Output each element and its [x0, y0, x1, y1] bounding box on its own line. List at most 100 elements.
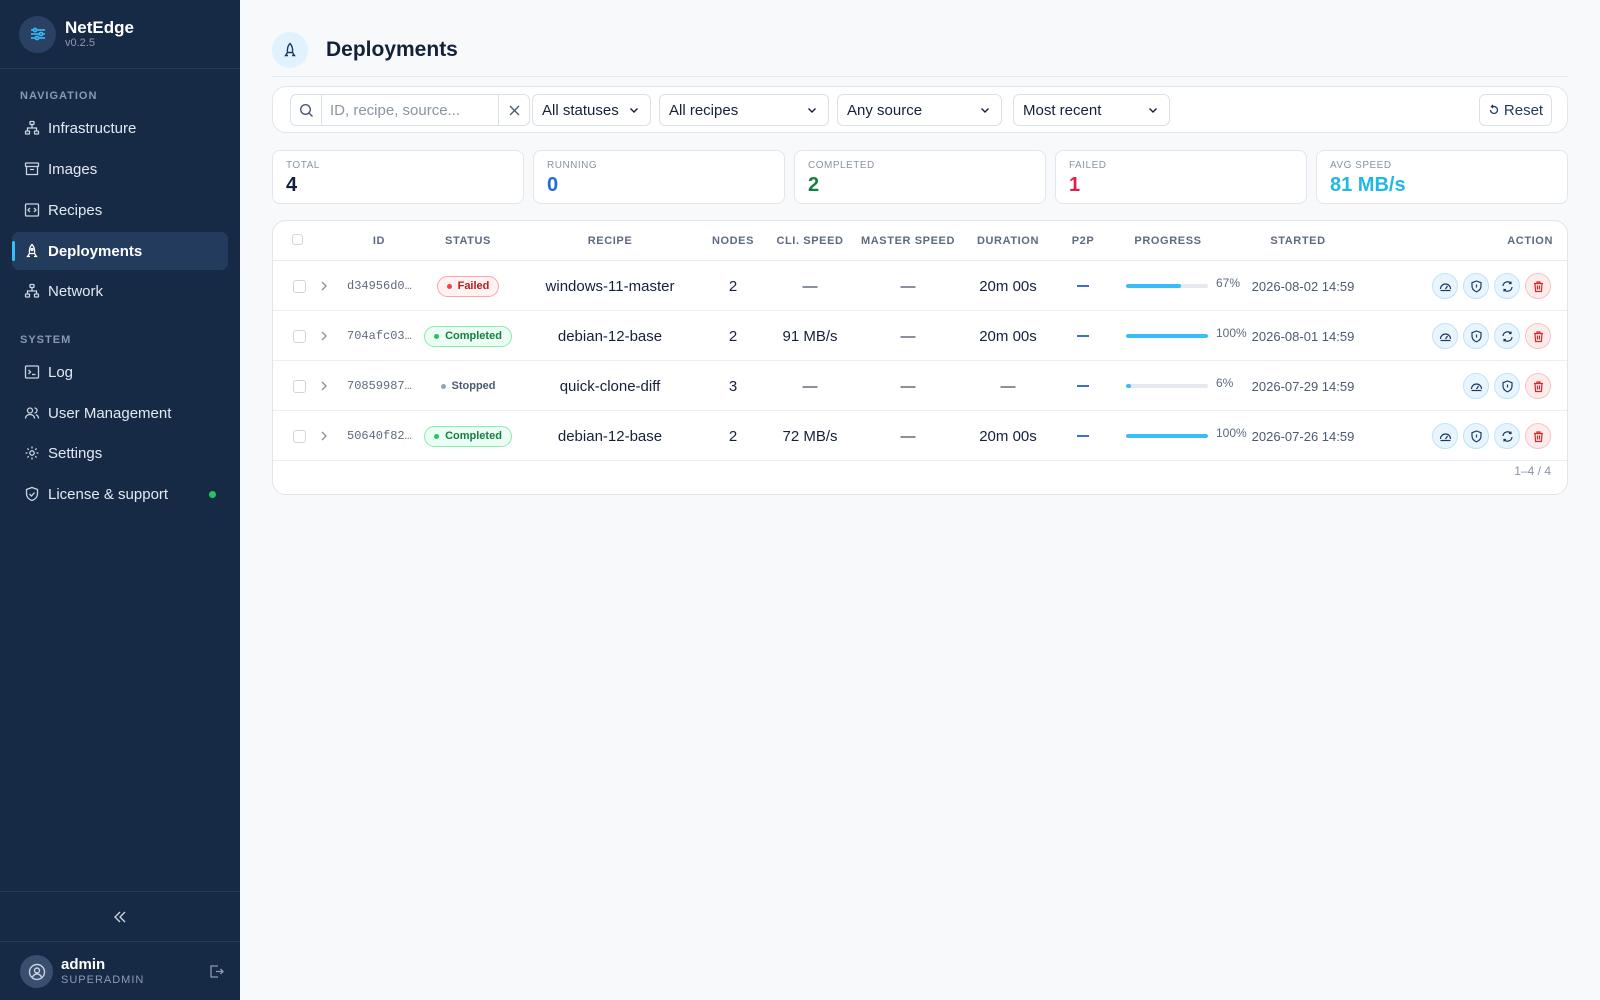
stat-failed: FAILED 1 [1055, 150, 1307, 204]
sort-select[interactable]: Most recent [1013, 94, 1170, 126]
refresh-icon [1501, 330, 1514, 343]
archive-icon [24, 162, 40, 176]
expand-row-button[interactable] [317, 311, 331, 361]
sidebar-item-log[interactable]: Log [12, 353, 228, 391]
sidebar-item-deployments[interactable]: Deployments [12, 232, 228, 270]
row-checkbox[interactable] [292, 311, 306, 361]
row-cli-speed: 91 MB/s [782, 327, 838, 345]
gear-icon [25, 446, 39, 460]
stat-total: TOTAL 4 [272, 150, 524, 204]
col-cli-speed[interactable]: CLI. SPEED [767, 235, 853, 247]
row-action-trash-button[interactable] [1525, 323, 1551, 349]
row-action-shield-button[interactable] [1494, 373, 1520, 399]
row-recipe: quick-clone-diff [559, 377, 661, 395]
select-all-checkbox[interactable] [292, 234, 303, 245]
sidebar-item-label: Images [48, 160, 98, 178]
col-status[interactable]: STATUS [423, 235, 513, 247]
reset-button[interactable]: Reset [1479, 94, 1552, 126]
status-badge-label: Completed [445, 330, 502, 342]
user-name: admin [61, 956, 106, 973]
row-progress: 100% [1126, 311, 1256, 361]
sidebar-item-label: User Management [48, 404, 172, 422]
col-master-speed[interactable]: MASTER SPEED [853, 235, 963, 247]
row-action-shield-button[interactable] [1463, 423, 1489, 449]
row-master-speed: — [900, 277, 916, 295]
sidebar-item-settings[interactable]: Settings [12, 434, 228, 472]
row-action-refresh-button[interactable] [1494, 273, 1520, 299]
sidebar-item-label: Recipes [48, 201, 103, 219]
col-id[interactable]: ID [349, 235, 409, 247]
row-action-refresh-button[interactable] [1494, 423, 1520, 449]
table-row[interactable]: d34956d0… Failed windows-11-master 2 — — 20m 0… [273, 261, 1567, 311]
sidebar-item-license-support[interactable]: License & support [12, 475, 228, 513]
filter-bar: All statuses All recipes Any source Most… [272, 86, 1568, 133]
expand-row-button[interactable] [317, 361, 331, 411]
row-id[interactable]: 70859987… [347, 361, 419, 411]
sidebar-item-network[interactable]: Network [12, 272, 228, 310]
table-row[interactable]: 704afc03… Completed debian-12-base 2 91 MB/s… [273, 311, 1567, 361]
stats-row: TOTAL 4 RUNNING 0 COMPLETED 2 FAILED 1 A… [272, 150, 1568, 204]
row-action-dashboard-button[interactable] [1432, 323, 1458, 349]
chevron-down-icon [808, 108, 816, 113]
row-action-dashboard-button[interactable] [1463, 373, 1489, 399]
sidebar-item-label: Network [48, 282, 104, 300]
chevrons-left-icon [114, 911, 126, 922]
sidebar-item-infrastructure[interactable]: Infrastructure [12, 109, 228, 147]
sidebar-item-recipes[interactable]: Recipes [12, 191, 228, 229]
sidebar-item-images[interactable]: Images [12, 150, 228, 188]
stat-value: 0 [547, 174, 559, 196]
col-started[interactable]: STARTED [1238, 235, 1358, 247]
search-icon [291, 95, 322, 125]
clear-search-button[interactable] [498, 95, 529, 125]
col-progress[interactable]: PROGRESS [1113, 235, 1223, 247]
avatar[interactable] [20, 955, 53, 988]
row-action-shield-button[interactable] [1463, 273, 1489, 299]
table-row[interactable]: 70859987… Stopped quick-clone-diff 3 — — — 6% 20… [273, 361, 1567, 411]
row-checkbox[interactable] [292, 361, 306, 411]
reset-icon [1489, 104, 1499, 115]
status-badge: Completed [424, 325, 512, 347]
row-action-trash-button[interactable] [1525, 423, 1551, 449]
chevron-right-icon [321, 381, 327, 391]
row-cli-speed: — [802, 377, 818, 395]
row-id[interactable]: d34956d0… [347, 261, 419, 311]
sidebar-item-user-management[interactable]: User Management [12, 394, 228, 432]
dashboard-icon [1439, 280, 1452, 293]
stat-value: 4 [286, 174, 298, 196]
row-action-trash-button[interactable] [1525, 273, 1551, 299]
user-profile: admin SUPERADMIN [20, 955, 225, 988]
row-p2p [1058, 261, 1108, 311]
row-action-shield-button[interactable] [1463, 323, 1489, 349]
search-box [290, 94, 530, 126]
col-duration[interactable]: DURATION [968, 235, 1048, 247]
expand-row-button[interactable] [317, 261, 331, 311]
row-action-refresh-button[interactable] [1494, 323, 1520, 349]
row-checkbox[interactable] [292, 411, 306, 461]
row-checkbox[interactable] [292, 261, 306, 311]
col-recipe[interactable]: RECIPE [530, 235, 690, 247]
row-progress: 6% [1126, 361, 1256, 411]
search-input[interactable] [322, 101, 498, 119]
row-progress: 100% [1126, 411, 1256, 461]
row-action-dashboard-button[interactable] [1432, 423, 1458, 449]
recipe-filter-select[interactable]: All recipes [659, 94, 829, 126]
trash-icon [1532, 430, 1545, 443]
table-row[interactable]: 50640f82… Completed debian-12-base 2 72 MB/s… [273, 411, 1567, 461]
row-action-trash-button[interactable] [1525, 373, 1551, 399]
page-header: Deployments [272, 32, 1568, 77]
status-badge-label: Stopped [451, 380, 496, 392]
dashboard-icon [1439, 330, 1452, 343]
expand-row-button[interactable] [317, 411, 331, 461]
row-id[interactable]: 50640f82… [347, 411, 419, 461]
license-status-dot [209, 491, 216, 498]
status-filter-select[interactable]: All statuses [532, 94, 651, 126]
col-nodes[interactable]: NODES [700, 235, 766, 247]
stat-label: TOTAL [286, 160, 320, 171]
source-filter-select[interactable]: Any source [837, 94, 1002, 126]
logout-button[interactable] [208, 963, 225, 985]
row-action-dashboard-button[interactable] [1432, 273, 1458, 299]
progress-bar [1126, 384, 1208, 388]
collapse-sidebar-button[interactable] [0, 891, 240, 942]
col-p2p[interactable]: P2P [1058, 235, 1108, 247]
row-id[interactable]: 704afc03… [347, 311, 419, 361]
